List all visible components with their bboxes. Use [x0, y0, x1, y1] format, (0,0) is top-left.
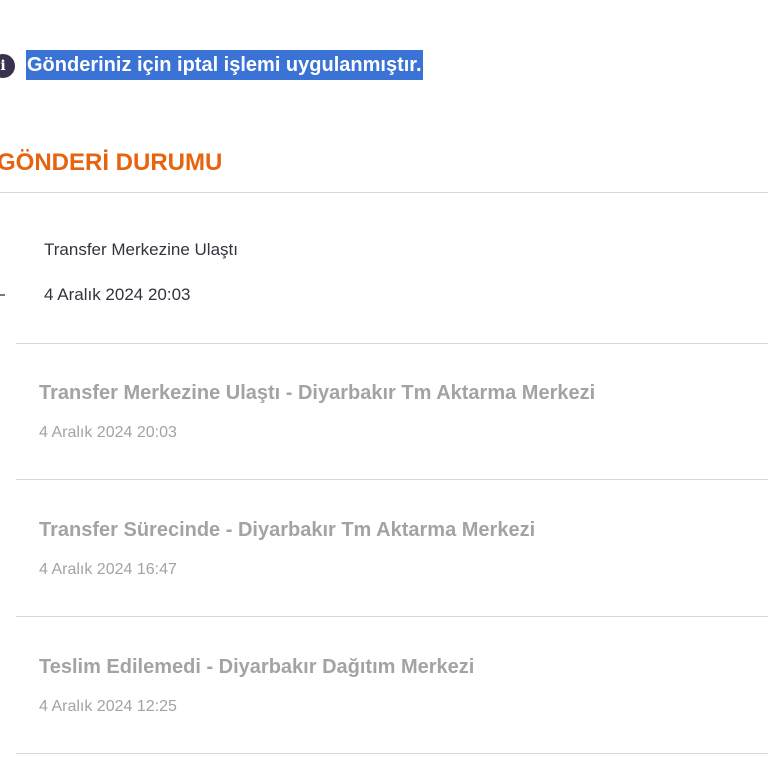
history-item: Transfer Sürecinde - Diyarbakır Tm Aktar… — [16, 480, 768, 617]
history-date: 4 Aralık 2024 12:25 — [39, 698, 177, 715]
timeline-marker — [0, 294, 5, 296]
info-icon: i — [0, 54, 15, 78]
cancellation-notice: Gönderiniz için iptal işlemi uygulanmışt… — [26, 50, 423, 80]
history-title: Teslim Edilemedi - Diyarbakır Dağıtım Me… — [39, 656, 475, 678]
heading-divider — [0, 192, 768, 193]
history-item: Teslim Edilemedi - Diyarbakır Dağıtım Me… — [16, 617, 768, 754]
current-status-title: Transfer Merkezine Ulaştı — [44, 240, 238, 259]
history-date: 4 Aralık 2024 20:03 — [39, 424, 177, 441]
history-title: Transfer Sürecinde - Diyarbakır Tm Aktar… — [39, 519, 536, 541]
history-item: Transfer Merkezine Ulaştı - Diyarbakır T… — [16, 343, 768, 480]
history-date: 4 Aralık 2024 16:47 — [39, 561, 177, 578]
shipment-status-page: i Gönderiniz için iptal işlemi uygulanmı… — [0, 0, 768, 768]
shipment-status-heading: GÖNDERİ DURUMU — [0, 149, 223, 176]
history-divider — [16, 753, 768, 754]
history-title: Transfer Merkezine Ulaştı - Diyarbakır T… — [39, 382, 596, 404]
current-status-date: 4 Aralık 2024 20:03 — [44, 285, 191, 304]
